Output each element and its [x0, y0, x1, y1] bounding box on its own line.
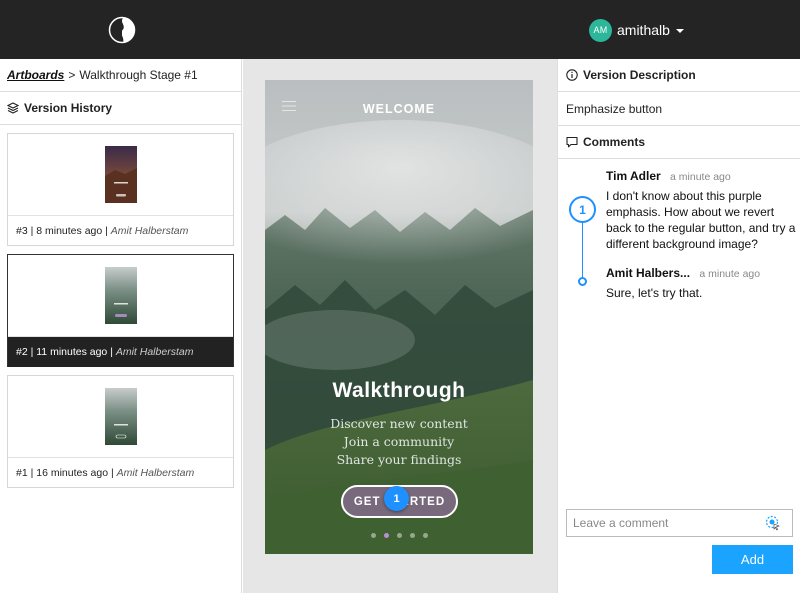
- version-number: #1: [16, 467, 28, 479]
- comment-pin[interactable]: 1: [384, 486, 409, 511]
- version-thumbnail-area: [8, 134, 233, 216]
- comment-text: Sure, let's try that.: [606, 286, 703, 300]
- page-dot[interactable]: [409, 533, 415, 538]
- version-meta: #3 | 8 minutes ago | Amit Halberstam: [16, 225, 189, 237]
- version-meta: #1 | 16 minutes ago | Amit Halberstam: [16, 467, 195, 479]
- reply-marker: [578, 277, 587, 286]
- version-thumbnail-area: [8, 376, 233, 458]
- comment-time: a minute ago: [699, 268, 761, 280]
- version-number: #2: [16, 346, 28, 358]
- artboard-line-1: Discover new content: [330, 416, 468, 431]
- page-dot[interactable]: [396, 533, 402, 538]
- app-logo-icon[interactable]: [108, 16, 136, 44]
- version-description-title: Version Description: [583, 68, 696, 82]
- breadcrumb-artboards-link[interactable]: Artboards: [7, 68, 64, 82]
- version-card-3[interactable]: #3 | 8 minutes ago | Amit Halberstam: [7, 133, 234, 246]
- comments-title: Comments: [583, 135, 646, 149]
- breadcrumb: Artboards > Walkthrough Stage #1: [0, 59, 241, 92]
- comment-author: Tim Adler: [606, 169, 661, 183]
- version-author: Amit Halberstam: [110, 225, 189, 237]
- top-bar: AM amithalb: [0, 0, 800, 59]
- page-dot-active[interactable]: [383, 533, 389, 538]
- info-icon: [566, 69, 578, 81]
- left-panel: Artboards > Walkthrough Stage #1 Version…: [0, 59, 242, 593]
- page-dot[interactable]: [422, 533, 428, 538]
- add-comment-button[interactable]: Add: [712, 545, 793, 574]
- version-card-2[interactable]: #2 | 11 minutes ago | Amit Halberstam: [7, 254, 234, 367]
- breadcrumb-separator: >: [68, 68, 76, 82]
- username: amithalb: [617, 22, 670, 38]
- caret-down-icon: [675, 29, 684, 33]
- comment-input[interactable]: [566, 509, 793, 537]
- user-menu[interactable]: AM amithalb: [589, 18, 684, 42]
- version-description-header: Version Description: [558, 59, 800, 92]
- comment-time: a minute ago: [670, 171, 731, 183]
- artboard-welcome-heading: WELCOME: [362, 102, 436, 116]
- right-panel: Version Description Emphasize button Com…: [557, 59, 800, 593]
- pin-cursor-icon[interactable]: [765, 515, 781, 531]
- version-description-text: Emphasize button: [558, 92, 800, 126]
- breadcrumb-current: Walkthrough Stage #1: [79, 68, 198, 82]
- comment-item: Amit Halbers... a minute ago Sure, let's…: [606, 266, 796, 301]
- artboard-title: Walkthrough: [332, 379, 466, 402]
- comments-header: Comments: [558, 126, 800, 159]
- thread-number-badge[interactable]: 1: [569, 196, 596, 223]
- page-dot[interactable]: [370, 533, 376, 538]
- forest-background-image: [265, 80, 533, 554]
- version-time: 16 minutes ago: [36, 467, 109, 479]
- canvas-area: WELCOME Walkthrough Discover new content…: [243, 59, 557, 593]
- comment-thread: 1 Tim Adler a minute ago I don't know ab…: [558, 159, 800, 359]
- version-history-title: Version History: [24, 101, 113, 115]
- version-number: #3: [16, 225, 28, 237]
- version-thumbnail: [105, 267, 137, 324]
- comment-text: I don't know about this purple emphasis.…: [606, 189, 796, 251]
- artboard-preview[interactable]: WELCOME Walkthrough Discover new content…: [265, 80, 533, 554]
- version-thumbnail: [105, 146, 137, 203]
- artboard-line-2: Join a community: [343, 434, 455, 449]
- version-history-header: Version History: [0, 92, 241, 125]
- artboard-line-3: Share your findings: [336, 452, 462, 467]
- version-thumbnail-area: [8, 255, 233, 337]
- comment-author: Amit Halbers...: [606, 266, 691, 280]
- layers-icon: [7, 102, 19, 114]
- version-card-1[interactable]: #1 | 16 minutes ago | Amit Halberstam: [7, 375, 234, 488]
- version-author: Amit Halberstam: [115, 346, 194, 358]
- page-indicator: [265, 533, 533, 538]
- comment-bubble-icon: [566, 136, 578, 148]
- avatar: AM: [589, 18, 612, 42]
- version-meta: #2 | 11 minutes ago | Amit Halberstam: [8, 337, 233, 367]
- version-time: 11 minutes ago: [36, 346, 108, 358]
- version-author: Amit Halberstam: [116, 467, 195, 479]
- version-thumbnail: [105, 388, 137, 445]
- version-time: 8 minutes ago: [36, 225, 103, 237]
- comment-item: Tim Adler a minute ago I don't know abou…: [606, 169, 796, 252]
